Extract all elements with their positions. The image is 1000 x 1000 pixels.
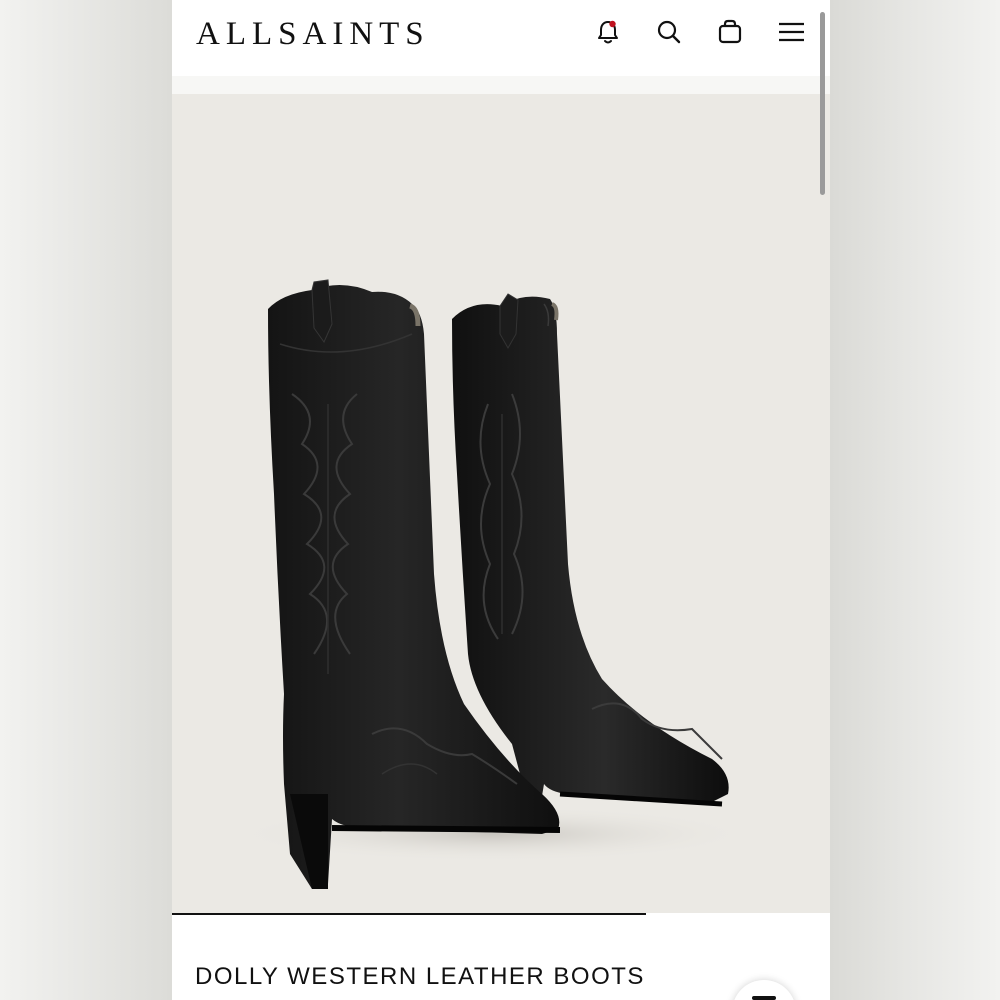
shopping-bag-icon[interactable]: [714, 16, 746, 48]
product-image-boots: [232, 279, 752, 889]
brand-logo[interactable]: ALLSAINTS: [196, 14, 430, 54]
notification-dot: [609, 20, 616, 28]
right-boot: [452, 293, 729, 807]
menu-icon[interactable]: [775, 16, 807, 48]
fab-icon: [752, 996, 776, 1000]
header-divider-band: [172, 76, 830, 94]
background-blur-left: [0, 0, 172, 1000]
background-blur-right: [830, 0, 1000, 1000]
mobile-page: ALLSAINTS DOLLY WESTERN LEATHER BOOTS: [172, 0, 830, 1000]
page-scrollbar[interactable]: [820, 12, 825, 195]
search-icon[interactable]: [653, 16, 685, 48]
product-image-gallery[interactable]: [172, 94, 830, 914]
product-title: DOLLY WESTERN LEATHER BOOTS: [195, 963, 645, 990]
site-header: ALLSAINTS: [172, 0, 830, 76]
product-info: DOLLY WESTERN LEATHER BOOTS: [172, 915, 830, 1000]
notification-bell-icon[interactable]: [592, 16, 624, 48]
